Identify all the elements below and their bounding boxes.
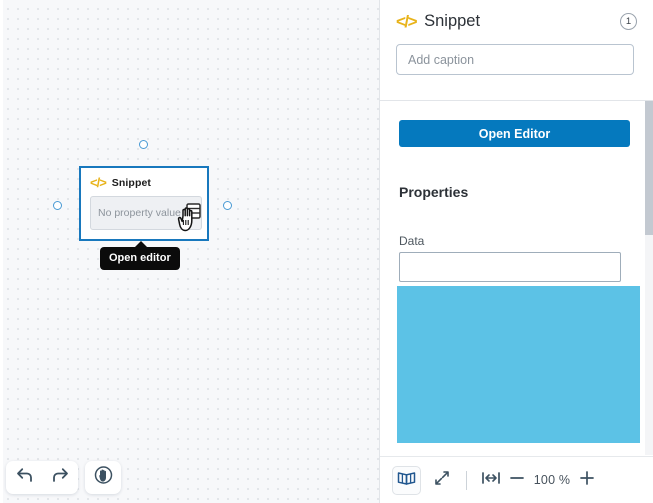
data-field-label: Data bbox=[399, 234, 425, 248]
stack-icon[interactable] bbox=[186, 203, 201, 220]
status-badge: 1 bbox=[620, 13, 637, 30]
snippet-node-header: </> Snippet bbox=[81, 168, 207, 189]
code-icon: </> bbox=[90, 175, 107, 190]
editor-canvas[interactable]: </> Snippet No property value Open edito… bbox=[0, 0, 379, 503]
zoom-level-value: 100 % bbox=[533, 473, 571, 487]
redo-arrow-icon bbox=[51, 467, 70, 489]
panel-title: Snippet bbox=[424, 12, 481, 30]
properties-heading: Properties bbox=[399, 184, 469, 200]
snippet-node[interactable]: </> Snippet No property value bbox=[79, 166, 209, 241]
footer-divider bbox=[466, 470, 467, 490]
canvas-bottom-toolbar bbox=[6, 461, 121, 494]
zoom-out-button[interactable] bbox=[504, 467, 530, 493]
undo-arrow-icon bbox=[15, 467, 34, 489]
plus-icon bbox=[578, 469, 596, 492]
history-button-group bbox=[6, 461, 78, 494]
selection-handle-right[interactable] bbox=[223, 201, 232, 210]
snippet-node-title: Snippet bbox=[111, 176, 151, 189]
expand-diagonal-icon bbox=[433, 469, 451, 492]
undo-button[interactable] bbox=[6, 461, 42, 494]
hand-pan-icon bbox=[94, 465, 113, 490]
app-root: </> Snippet No property value Open edito… bbox=[0, 0, 653, 503]
zoom-in-button[interactable] bbox=[574, 467, 600, 493]
data-field-input[interactable] bbox=[399, 252, 621, 282]
pan-tool-button[interactable] bbox=[85, 461, 121, 494]
snippet-node-property-field[interactable]: No property value bbox=[90, 196, 202, 230]
panel-footer-toolbar: 100 % bbox=[380, 456, 653, 503]
panel-title-row: </> Snippet 1 bbox=[396, 12, 637, 31]
snippet-node-property-placeholder: No property value bbox=[98, 207, 181, 219]
open-editor-button[interactable]: Open Editor bbox=[399, 120, 630, 147]
book-spread-icon bbox=[397, 470, 416, 491]
caption-input[interactable] bbox=[396, 44, 634, 75]
canvas-left-edge bbox=[0, 0, 3, 503]
spread-view-button[interactable] bbox=[392, 465, 421, 495]
redo-button[interactable] bbox=[42, 461, 78, 494]
code-icon: </> bbox=[396, 12, 418, 31]
panel-header: </> Snippet 1 bbox=[380, 0, 653, 75]
selection-handle-top[interactable] bbox=[139, 140, 148, 149]
fit-width-button[interactable] bbox=[478, 467, 504, 493]
open-editor-tooltip: Open editor bbox=[100, 241, 180, 270]
selection-handle-left[interactable] bbox=[53, 201, 62, 210]
pan-button-group bbox=[85, 461, 121, 494]
blue-overlay-rectangle bbox=[397, 286, 640, 443]
fit-width-icon bbox=[481, 470, 501, 491]
expand-button[interactable] bbox=[429, 467, 455, 493]
minus-icon bbox=[508, 470, 526, 491]
panel-scrollbar-thumb[interactable] bbox=[645, 101, 653, 235]
